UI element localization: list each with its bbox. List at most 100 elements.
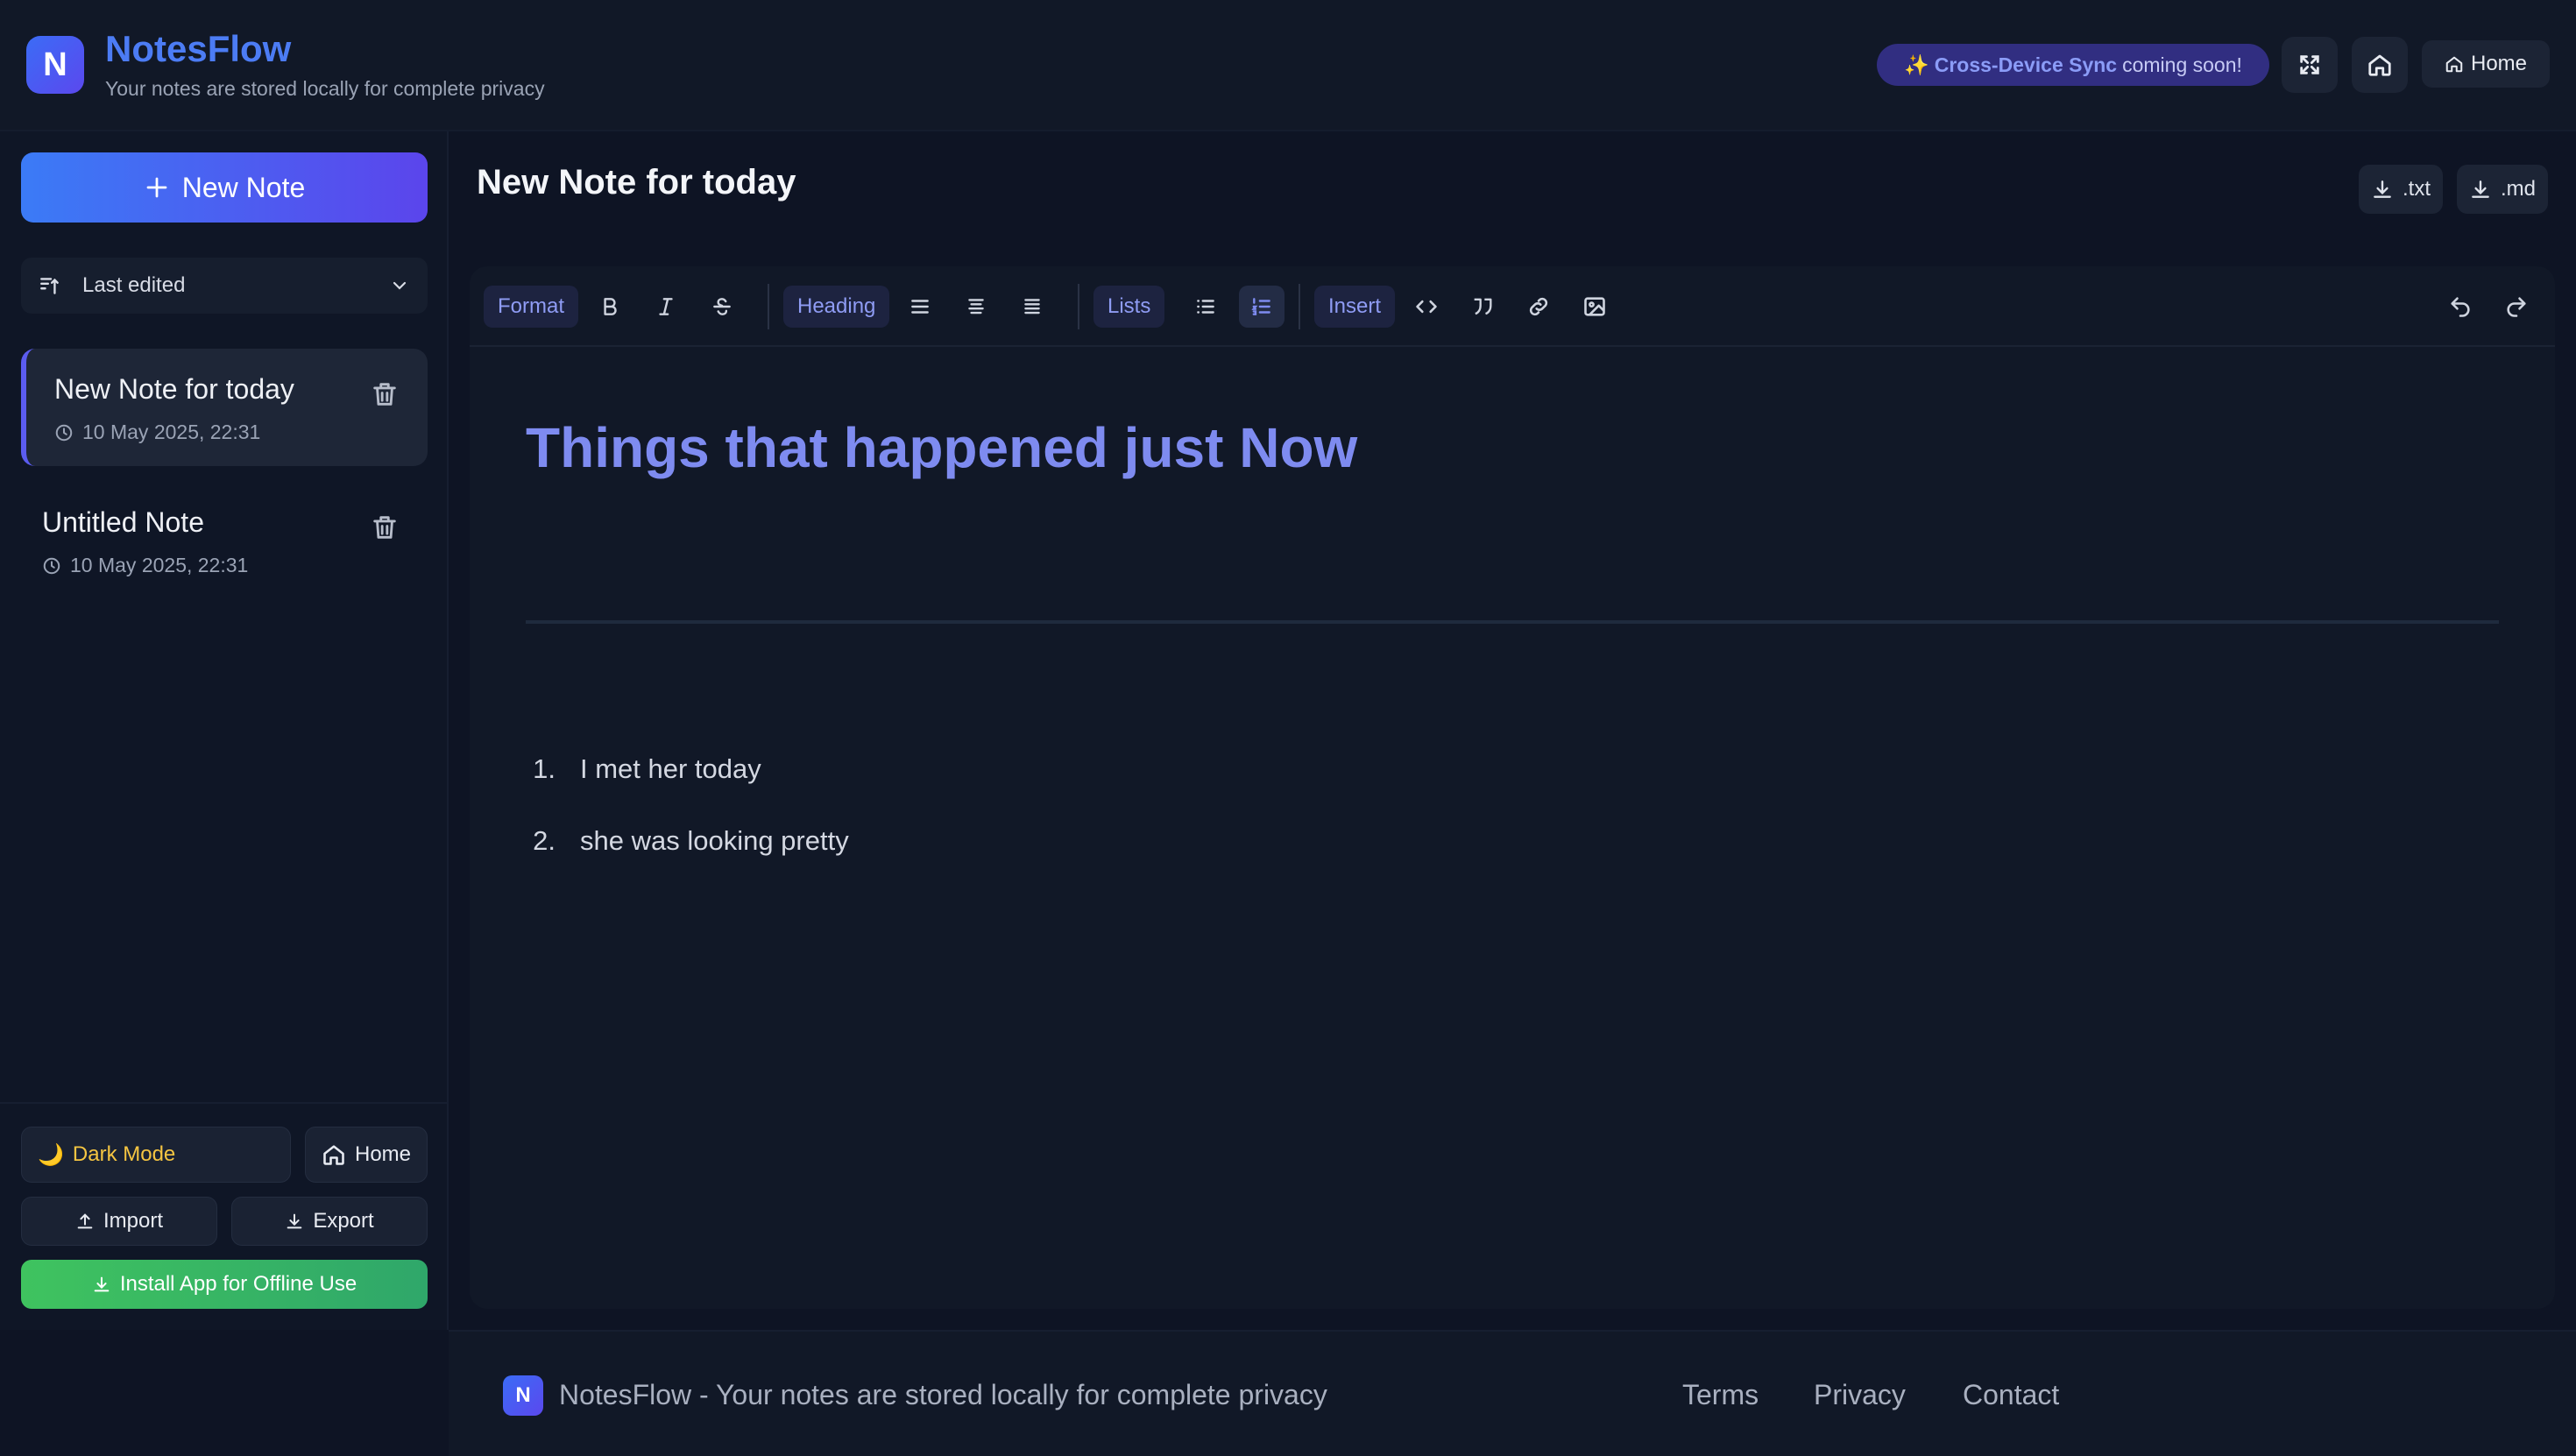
ordered-list[interactable]: 1. I met her today 2. she was looking pr…: [526, 753, 849, 897]
sidebar-home-button[interactable]: Home: [305, 1127, 428, 1183]
align-center-icon: [968, 299, 984, 315]
bullet-list-icon: [1197, 300, 1214, 314]
footer-logo: N: [503, 1375, 543, 1416]
list-item-number: 2.: [533, 825, 556, 856]
strikethrough-icon: [713, 298, 731, 315]
align-justify-button[interactable]: [1009, 286, 1055, 328]
image-button[interactable]: [1572, 286, 1617, 328]
sparkle-icon: ✨: [1904, 53, 1929, 76]
align-center-button[interactable]: [953, 286, 999, 328]
code-icon: [1416, 300, 1437, 314]
download-md-button[interactable]: .md: [2457, 165, 2548, 214]
footer-link-contact[interactable]: Contact: [1963, 1379, 2059, 1411]
sort-select[interactable]: Last edited: [21, 258, 428, 314]
toolbar-heading-label: Heading: [783, 286, 890, 328]
sidebar: New Note Last edited New Note for today …: [0, 131, 449, 1330]
fullscreen-button[interactable]: [2282, 37, 2338, 93]
header-home-button[interactable]: Home: [2422, 40, 2550, 88]
moon-icon: 🌙: [38, 1142, 64, 1167]
editor-panel: Format Heading Lists Insert Things that …: [470, 266, 2555, 1309]
redo-icon: [2507, 297, 2526, 317]
image-icon: [1584, 297, 1605, 316]
note-title-heading[interactable]: New Note for today: [477, 163, 796, 202]
trash-icon[interactable]: [370, 512, 400, 543]
toolbar-separator: [1299, 284, 1300, 329]
app-tagline: Your notes are stored locally for comple…: [105, 77, 545, 100]
install-app-button[interactable]: Install App for Offline Use: [21, 1260, 428, 1309]
editor-toolbar: Format Heading Lists Insert: [470, 266, 2555, 347]
sidebar-home-label: Home: [354, 1142, 412, 1166]
ordered-list-button[interactable]: [1239, 286, 1284, 328]
align-left-button[interactable]: [897, 286, 943, 328]
note-timestamp: 10 May 2025, 22:31: [42, 554, 248, 577]
new-note-button[interactable]: New Note: [21, 152, 428, 223]
home-icon: [2445, 56, 2463, 73]
link-button[interactable]: [1516, 286, 1561, 328]
sync-feature-name: Cross-Device Sync: [1934, 53, 2118, 76]
import-button[interactable]: Import: [21, 1197, 217, 1246]
bullet-list-button[interactable]: [1183, 286, 1228, 328]
sort-label: Last edited: [82, 273, 186, 297]
undo-button[interactable]: [2438, 286, 2483, 328]
dark-mode-label: Dark Mode: [72, 1142, 176, 1166]
note-title: New Note for today: [54, 373, 294, 405]
bold-button[interactable]: [587, 286, 633, 328]
download-icon: [94, 1276, 110, 1292]
footer-link-privacy[interactable]: Privacy: [1814, 1379, 1906, 1411]
download-icon: [287, 1213, 302, 1229]
toolbar-lists-label: Lists: [1093, 286, 1165, 328]
export-button[interactable]: Export: [231, 1197, 428, 1246]
toolbar-separator: [768, 284, 769, 329]
download-txt-button[interactable]: .txt: [2359, 165, 2443, 214]
plus-icon: [146, 177, 167, 198]
sort-icon: [40, 278, 59, 294]
dark-mode-toggle[interactable]: 🌙 Dark Mode: [21, 1127, 291, 1183]
toolbar-insert-label: Insert: [1314, 286, 1396, 328]
note-timestamp: 10 May 2025, 22:31: [54, 421, 260, 444]
footer-link-terms[interactable]: Terms: [1682, 1379, 1759, 1411]
list-item[interactable]: 1. I met her today: [526, 753, 849, 825]
note-list-item[interactable]: New Note for today 10 May 2025, 22:31: [21, 349, 428, 466]
note-list-item[interactable]: Untitled Note 10 May 2025, 22:31: [21, 482, 428, 599]
list-item-number: 1.: [533, 753, 556, 784]
list-item[interactable]: 2. she was looking pretty: [526, 825, 849, 897]
home-icon: [2368, 54, 2391, 76]
fullscreen-icon: [2300, 55, 2319, 74]
bold-icon: [604, 298, 617, 315]
header-home-label: Home: [2470, 52, 2528, 75]
list-item-text: she was looking pretty: [580, 825, 849, 856]
chevron-down-icon: [393, 281, 407, 290]
download-md-label: .md: [2500, 177, 2536, 201]
redo-button[interactable]: [2494, 286, 2539, 328]
italic-button[interactable]: [643, 286, 689, 328]
undo-icon: [2451, 297, 2470, 317]
app: N NotesFlow Your notes are stored locall…: [0, 0, 2576, 1456]
sync-announcement-badge: ✨ Cross-Device Sync coming soon!: [1877, 44, 2269, 86]
align-left-icon: [911, 300, 929, 314]
note-title: Untitled Note: [42, 506, 204, 538]
horizontal-rule: [526, 620, 2499, 624]
home-icon-button[interactable]: [2352, 37, 2408, 93]
app-logo: N: [26, 36, 84, 94]
code-button[interactable]: [1404, 286, 1449, 328]
clock-icon: [43, 557, 60, 574]
toolbar-format-label: Format: [484, 286, 579, 328]
italic-icon: [659, 298, 673, 315]
list-item-text: I met her today: [580, 753, 761, 784]
download-icon: [2374, 180, 2391, 198]
trash-icon[interactable]: [370, 378, 400, 410]
quote-button[interactable]: [1460, 286, 1505, 328]
toolbar-separator: [1078, 284, 1079, 329]
download-icon: [2472, 180, 2489, 198]
quote-icon: [1474, 298, 1492, 315]
clock-icon: [55, 424, 73, 441]
link-icon: [1529, 297, 1548, 316]
strikethrough-button[interactable]: [699, 286, 745, 328]
footer-text: NotesFlow - Your notes are stored locall…: [559, 1379, 1327, 1410]
install-app-label: Install App for Offline Use: [119, 1272, 357, 1296]
header: N NotesFlow Your notes are stored locall…: [0, 0, 2576, 131]
import-label: Import: [103, 1209, 163, 1233]
download-txt-label: .txt: [2402, 177, 2431, 201]
document-heading[interactable]: Things that happened just Now: [526, 415, 1357, 480]
note-timestamp-text: 10 May 2025, 22:31: [70, 554, 249, 576]
